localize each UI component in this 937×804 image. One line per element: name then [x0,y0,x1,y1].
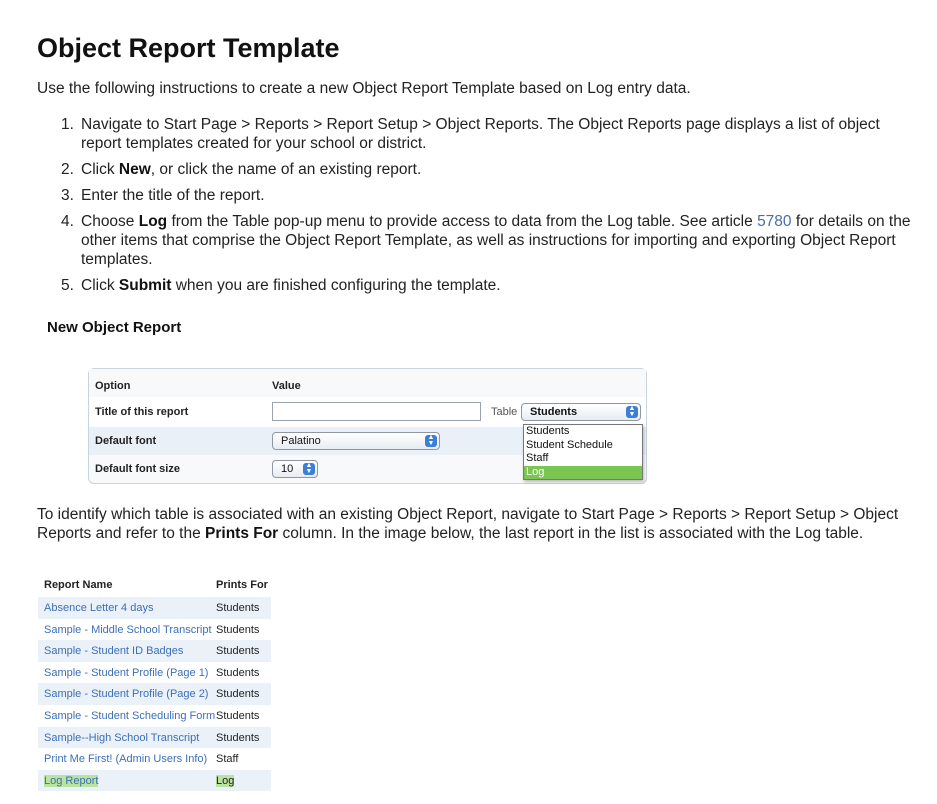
form-header-row: Option Value [89,369,646,397]
font-label: Default font [95,435,157,447]
list-header-row: Report Name Prints For [38,574,271,597]
updown-arrows-icon: ▲ ▼ [425,434,437,447]
report-name-link[interactable]: Sample - Student Profile (Page 2) [44,688,208,700]
report-name-link[interactable]: Absence Letter 4 days [44,602,153,614]
step-number: 3. [61,187,74,204]
title-input[interactable] [272,402,481,421]
report-name-link[interactable]: Sample - Student ID Badges [44,645,183,657]
prints-for-cell: Students [216,731,260,744]
table-dropdown-menu: Students Student Schedule Staff Log [523,424,643,480]
step-5: 5. Click Submit when you are finished co… [61,276,911,295]
table-select[interactable]: Students ▲ ▼ [521,403,641,421]
dropdown-option-students[interactable]: Students [524,425,642,439]
font-select[interactable]: Palatino ▲ ▼ [272,432,440,450]
step-number: 1. [61,116,74,133]
dropdown-option-student-schedule[interactable]: Student Schedule [524,439,642,453]
table-row[interactable]: Absence Letter 4 days Students [38,597,271,619]
step-4: 4. Choose Log from the Table pop-up menu… [61,212,911,269]
section-heading: New Object Report [47,319,182,336]
step-3: 3. Enter the title of the report. [61,186,911,205]
prints-for-cell: Students [216,688,260,701]
step-number: 5. [61,277,74,294]
step-bold: New [118,161,151,178]
report-name-link[interactable]: Sample--High School Transcript [44,732,199,744]
step-1: 1. Navigate to Start Page > Reports > Re… [61,115,911,153]
report-name-link[interactable]: Print Me First! (Admin Users Info) [44,753,207,765]
table-row[interactable]: Log Report Log [38,769,271,792]
step-text: Click [81,161,119,178]
explain-text: column. In the image below, the last rep… [278,525,864,542]
step-text: Choose [81,213,139,230]
step-text: Navigate to Start Page > Reports > Repor… [81,116,880,152]
table-row[interactable]: Sample - Student Profile (Page 1) Studen… [38,662,271,684]
report-name-link[interactable]: Sample - Student Scheduling Form [44,710,215,722]
font-select-value: Palatino [281,435,321,447]
page-title: Object Report Template [37,33,340,63]
step-bold: Submit [118,277,172,294]
table-label: Table [491,406,518,418]
new-object-report-screenshot: Option Value Title of this report Table … [88,368,647,484]
font-size-value: 10 [281,463,294,475]
explain-bold: Prints For [205,525,279,542]
step-text: Click [81,277,119,294]
prints-for-cell: Students [216,709,260,722]
updown-arrows-icon: ▲ ▼ [303,462,315,475]
step-text: , or click the name of an existing repor… [150,161,422,178]
font-size-label: Default font size [95,463,180,475]
step-text: when you are finished configuring the te… [171,277,501,294]
instruction-steps: 1. Navigate to Start Page > Reports > Re… [61,115,911,302]
table-row[interactable]: Sample - Student Scheduling Form Student… [38,705,271,727]
report-name-link[interactable]: Sample - Student Profile (Page 1) [44,667,208,679]
prints-for-cell: Students [216,666,260,679]
step-number: 4. [61,213,74,230]
prints-for-cell: Students [216,623,260,636]
form-row-title: Title of this report Table Students ▲ ▼ [89,397,646,427]
report-name-link[interactable]: Sample - Middle School Transcript [44,624,212,636]
column-header-option: Option [95,380,131,392]
step-number: 2. [61,161,74,178]
column-header-value: Value [272,380,301,392]
step-bold: Log [138,213,168,230]
table-row[interactable]: Sample--High School Transcript Students [38,726,271,749]
prints-for-cell: Log [216,774,235,787]
prints-for-cell: Students [216,602,260,614]
intro-text: Use the following instructions to create… [37,80,691,97]
updown-arrows-icon: ▲ ▼ [626,405,638,418]
prints-for-cell: Students [216,645,260,658]
font-size-select[interactable]: 10 ▲ ▼ [272,460,318,478]
dropdown-option-log[interactable]: Log [524,465,642,479]
table-row[interactable]: Sample - Middle School Transcript Studen… [38,619,271,641]
step-text: from the Table pop-up menu to provide ac… [167,213,758,230]
dropdown-option-staff[interactable]: Staff [524,452,642,466]
article-link[interactable]: 5780 [757,213,791,230]
column-header-prints-for: Prints For [216,579,268,591]
table-row[interactable]: Print Me First! (Admin Users Info) Staff [38,748,271,770]
report-list-screenshot: Report Name Prints For Absence Letter 4 … [38,574,271,792]
table-select-value: Students [530,406,578,418]
step-2: 2. Click New, or click the name of an ex… [61,160,911,179]
table-row[interactable]: Sample - Student Profile (Page 2) Studen… [38,683,271,705]
explanation-text: To identify which table is associated wi… [37,505,927,543]
step-text: Enter the title of the report. [81,187,265,204]
title-label: Title of this report [95,406,189,418]
table-row[interactable]: Sample - Student ID Badges Students [38,640,271,662]
report-name-link[interactable]: Log Report [44,774,99,787]
prints-for-cell: Staff [216,753,239,766]
column-header-report-name: Report Name [44,579,113,591]
